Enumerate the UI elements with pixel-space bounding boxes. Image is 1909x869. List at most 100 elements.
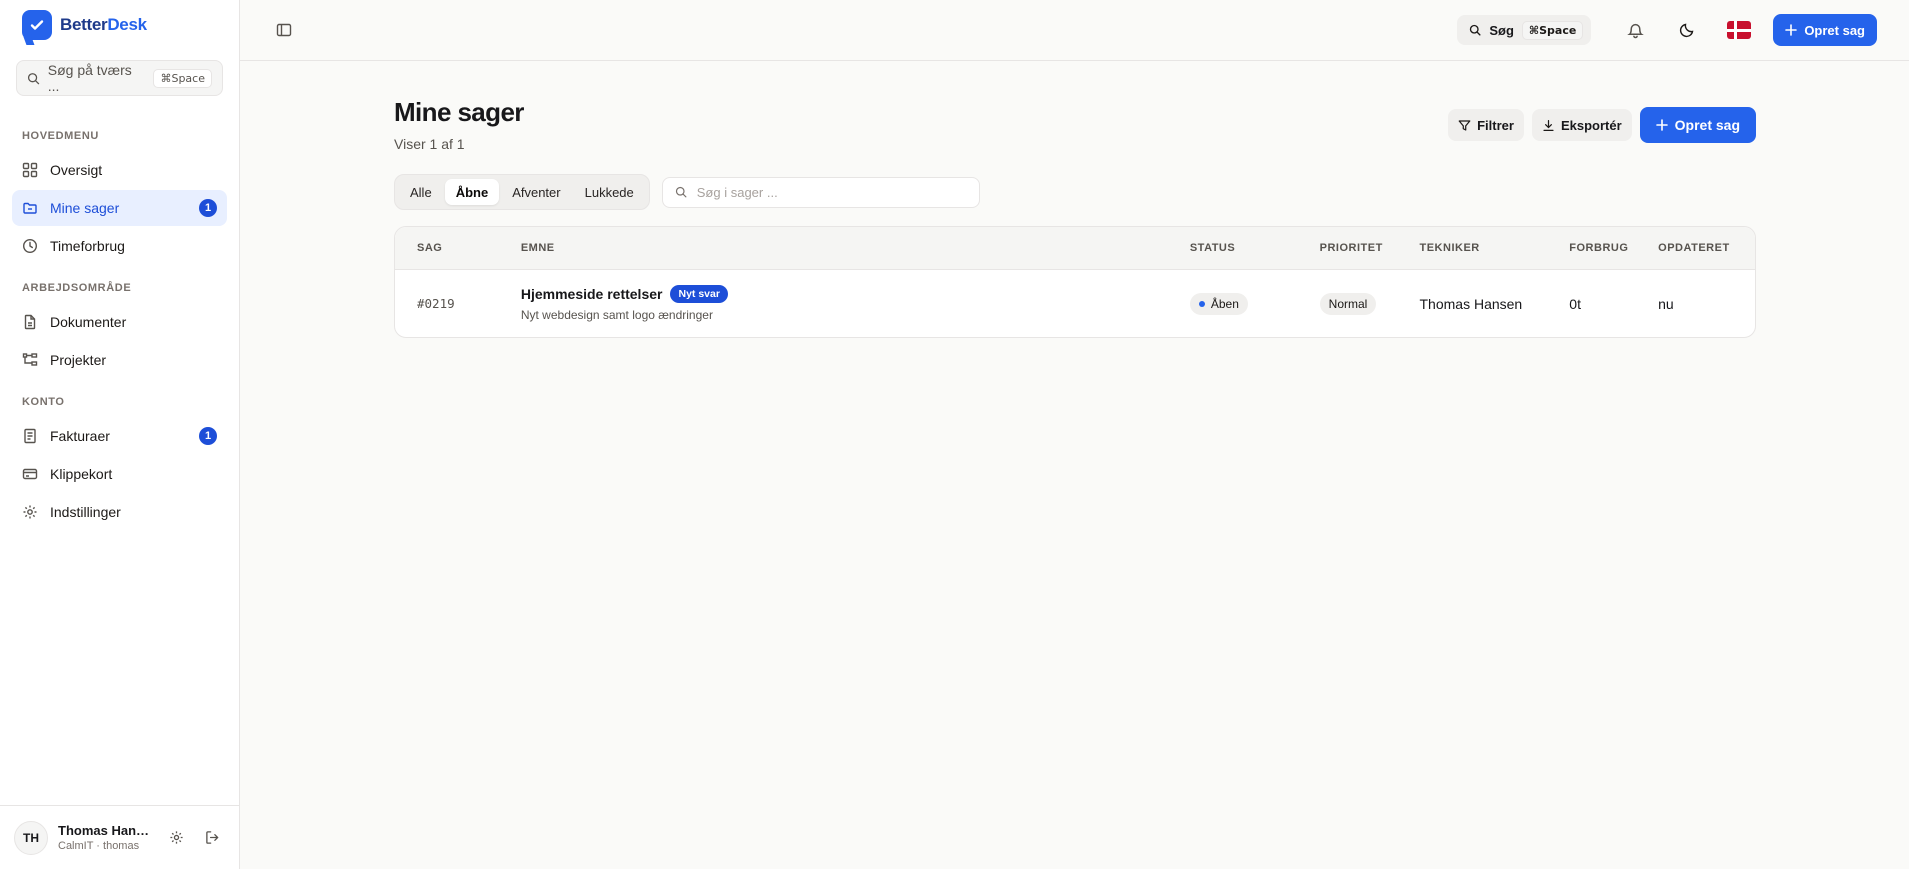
tab-closed[interactable]: Lukkede [574,179,645,205]
bell-icon [1627,23,1644,38]
hierarchy-icon [22,353,38,366]
case-description: Nyt webdesign samt logo ændringer [520,308,713,322]
sidebar-item-label: Dokumenter [50,314,127,330]
theme-toggle-button[interactable] [1669,12,1705,48]
logo-check-icon [22,10,52,40]
notifications-button[interactable] [1617,12,1653,48]
tab-all[interactable]: Alle [399,179,443,205]
tab-waiting[interactable]: Afventer [501,179,571,205]
user-panel: TH Thomas Hans... CalmIT · thomas [0,805,239,869]
case-search-input[interactable] [696,184,957,200]
brand[interactable]: BetterDesk [0,0,239,50]
sidebar-item-time[interactable]: Timeforbrug [12,228,227,264]
column-header-prioritet[interactable]: PRIORITET [1320,242,1420,254]
result-count: Viser 1 af 1 [394,136,465,152]
filter-icon [1458,119,1471,131]
folder-icon [23,202,37,214]
sidebar-item-documents[interactable]: Dokumenter [12,304,227,340]
app: BetterDesk Søg på tværs ... ⌘Space HOVED… [0,0,1909,869]
search-icon [675,186,687,198]
user-org: CalmIT · thomas [58,840,140,852]
global-search-label: Søg [1489,22,1514,38]
create-case-button[interactable]: Opret sag [1639,107,1756,143]
section-label-main: HOVEDMENU [22,130,99,142]
priority-badge: Normal [1319,292,1377,315]
cases-table: SAG EMNE STATUS PRIORITET TEKNIKER FORBR… [394,226,1756,338]
column-header-opdateret[interactable]: OPDATERET [1658,242,1755,254]
gear-icon [23,505,37,519]
updated: nu [1658,295,1674,312]
clock-icon [22,238,38,254]
sidebar-item-overview[interactable]: Oversigt [12,152,227,188]
case-subject[interactable]: Hjemmeside rettelser [521,286,663,302]
user-settings-button[interactable] [163,825,189,851]
toggle-sidebar-button[interactable] [266,12,302,48]
shortcut-hint: ⌘Space [153,68,212,88]
grid-icon [22,162,38,178]
column-header-tekniker[interactable]: TEKNIKER [1420,242,1570,254]
status-badge: Åben [1189,292,1248,315]
sidebar-item-punchcard[interactable]: Klippekort [12,456,227,492]
document-icon [24,314,36,330]
export-button[interactable]: Eksportér [1531,109,1632,141]
danish-flag-icon[interactable] [1727,21,1752,39]
column-header-emne[interactable]: EMNE [521,242,1190,254]
case-subject-cell: Hjemmeside rettelser Nyt svar Nyt webdes… [521,285,1190,322]
sidebar-item-label: Klippekort [50,466,113,482]
priority-cell: Normal [1319,292,1420,315]
status-tabs: Alle Åbne Afventer Lukkede [394,174,650,210]
sidebar-item-label: Projekter [50,352,107,368]
page-title: Mine sager [394,97,524,127]
topbar-create-case-label: Opret sag [1804,22,1865,38]
count-badge: 1 [199,199,217,217]
new-reply-badge: Nyt svar [670,285,728,303]
main: Søg ⌘Space Opret sag Mine sager Viser 1 … [240,0,1909,869]
status-cell: Åben [1189,292,1320,315]
moon-icon [1680,23,1694,38]
sidebar-item-invoices[interactable]: Fakturaer 1 [12,418,227,454]
count-badge: 1 [199,427,217,445]
plus-icon [1655,119,1668,131]
sidebar-item-settings[interactable]: Indstillinger [12,494,227,530]
column-header-forbrug[interactable]: FORBRUG [1569,242,1658,254]
topbar-actions: Søg ⌘Space Opret sag [1457,12,1877,48]
sidebar-item-label: Mine sager [50,200,120,216]
sidebar-item-my-cases[interactable]: Mine sager 1 [12,190,227,226]
export-label: Eksportér [1560,117,1622,133]
avatar[interactable]: TH [14,820,48,855]
sidebar-search-placeholder: Søg på tværs ... [47,62,132,94]
case-id: #0219 [417,296,455,311]
sidebar-item-label: Fakturaer [50,428,110,444]
usage: 0t [1569,295,1581,312]
status-text: Åben [1210,296,1239,311]
table-row[interactable]: #0219 Hjemmeside rettelser Nyt svar Nyt … [395,270,1755,337]
receipt-icon [24,428,36,444]
filter-button[interactable]: Filtrer [1448,109,1524,141]
topbar-create-case-button[interactable]: Opret sag [1773,14,1877,46]
user-info: Thomas Hans... CalmIT · thomas [58,823,153,852]
case-search [661,176,980,208]
page-header: Mine sager Viser 1 af 1 Filtrer Eksporté… [394,97,1756,152]
topbar: Søg ⌘Space Opret sag [240,0,1909,61]
plus-icon [1785,24,1798,36]
section-label-account: KONTO [22,396,65,408]
content: Mine sager Viser 1 af 1 Filtrer Eksporté… [394,61,1756,338]
status-dot-icon [1198,300,1205,307]
technician: Thomas Hansen [1419,295,1523,312]
column-header-sag[interactable]: SAG [395,242,521,254]
tab-open[interactable]: Åbne [444,179,500,205]
logout-icon [205,831,219,844]
sidebar-item-projects[interactable]: Projekter [12,342,227,378]
case-subject-line: Hjemmeside rettelser Nyt svar [521,285,1190,303]
filter-label: Filtrer [1477,117,1514,133]
brand-name: BetterDesk [60,15,147,34]
global-search-button[interactable]: Søg ⌘Space [1457,15,1592,45]
sidebar-toggle-icon [276,23,292,37]
logout-button[interactable] [199,825,225,851]
sidebar-item-label: Timeforbrug [50,238,125,254]
section-label-work: ARBEJDSOMRÅDE [22,282,132,294]
page-actions: Filtrer Eksportér Opret sag [1448,107,1756,143]
column-header-status[interactable]: STATUS [1190,242,1320,254]
sidebar-item-label: Oversigt [50,162,103,178]
sidebar-search[interactable]: Søg på tværs ... ⌘Space [16,60,223,96]
